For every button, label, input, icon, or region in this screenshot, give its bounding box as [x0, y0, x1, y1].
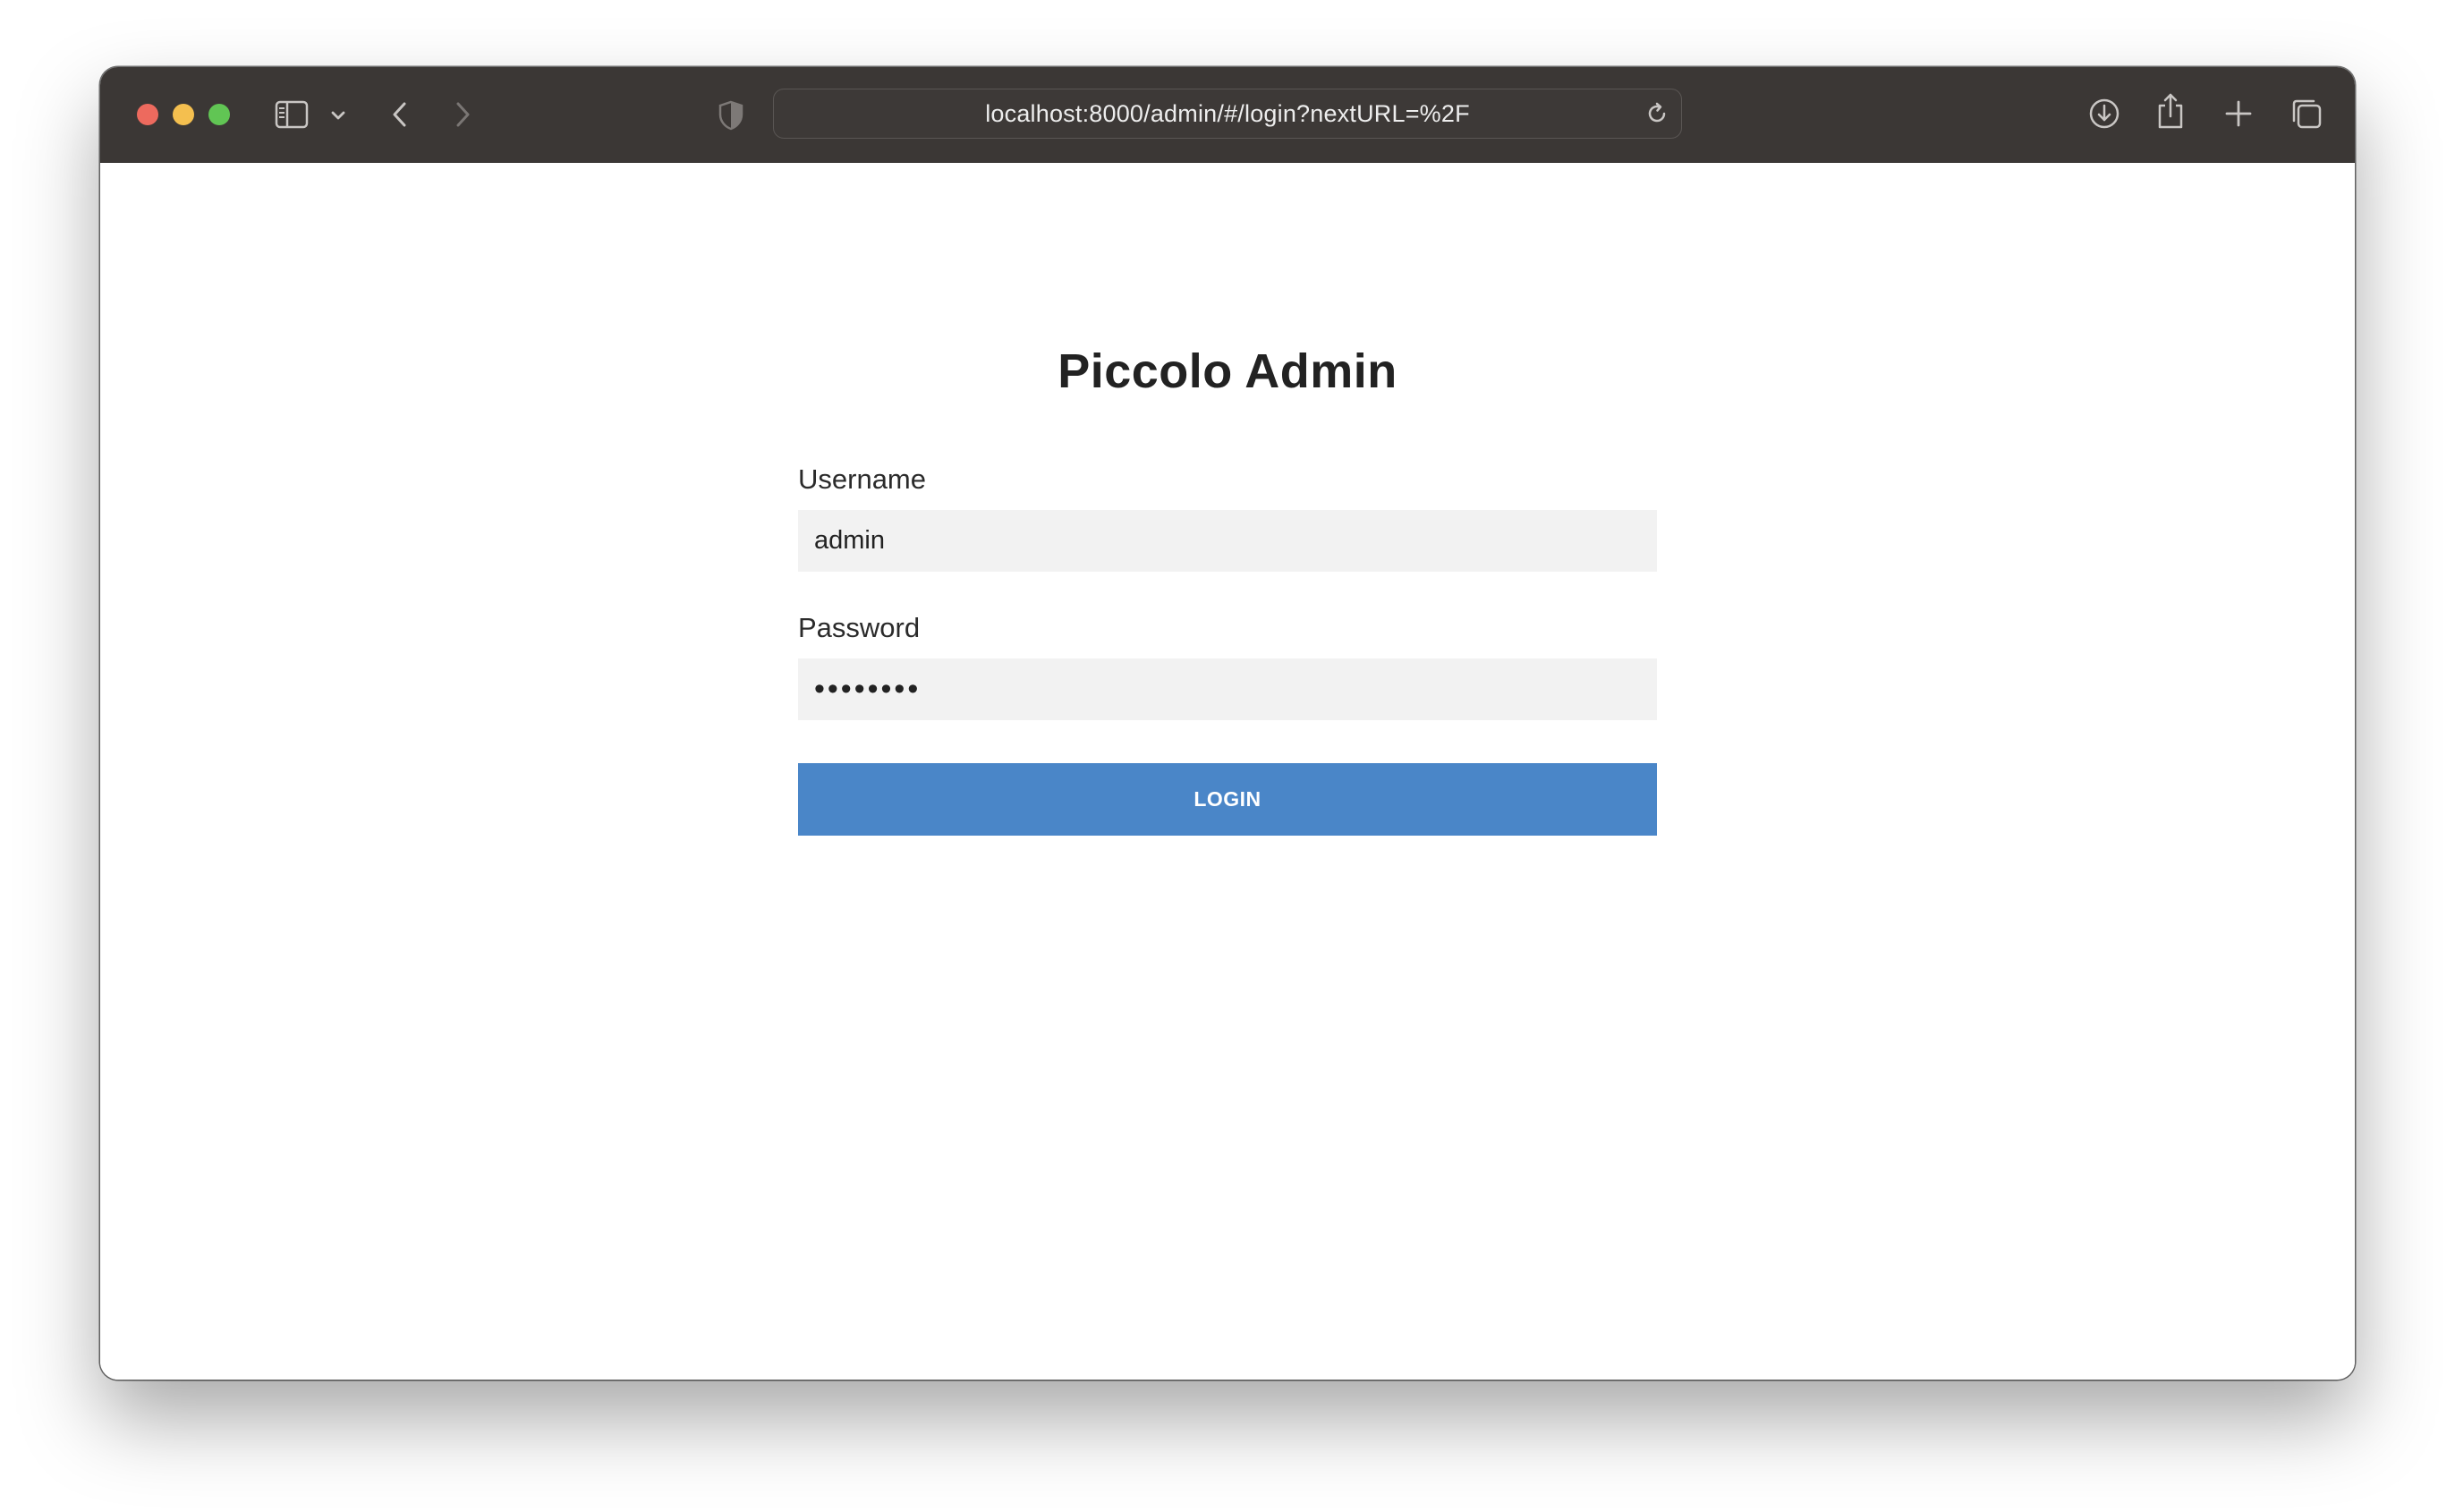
username-value[interactable]: admin: [814, 526, 885, 556]
username-label: Username: [798, 463, 926, 495]
reload-icon[interactable]: [1642, 98, 1672, 129]
minimize-window-button[interactable]: [173, 104, 194, 125]
forward-icon[interactable]: [449, 98, 476, 132]
password-label: Password: [798, 612, 921, 643]
chevron-down-icon[interactable]: [327, 105, 349, 126]
privacy-shield-icon[interactable]: [716, 99, 746, 132]
tab-overview-icon[interactable]: [2289, 96, 2324, 132]
download-icon[interactable]: [2086, 96, 2122, 132]
url-text[interactable]: localhost:8000/admin/#/login?nextURL=%2F: [774, 89, 1681, 138]
page-content: Piccolo Admin Username admin Password ••…: [100, 163, 2355, 1380]
address-bar[interactable]: localhost:8000/admin/#/login?nextURL=%2F: [773, 89, 1682, 139]
login-button[interactable]: LOGIN: [798, 763, 1657, 836]
password-field[interactable]: ••••••••: [798, 658, 1657, 720]
username-field[interactable]: admin: [798, 510, 1657, 572]
browser-toolbar: localhost:8000/admin/#/login?nextURL=%2F: [100, 67, 2355, 163]
close-window-button[interactable]: [137, 104, 158, 125]
password-value[interactable]: ••••••••: [814, 672, 921, 707]
sidebar-icon[interactable]: [274, 98, 310, 132]
browser-window: localhost:8000/admin/#/login?nextURL=%2F: [100, 67, 2355, 1380]
maximize-window-button[interactable]: [208, 104, 230, 125]
new-tab-icon[interactable]: [2222, 98, 2255, 130]
page-title: Piccolo Admin: [1058, 344, 1397, 398]
share-icon[interactable]: [2154, 90, 2187, 132]
back-icon[interactable]: [387, 98, 413, 132]
